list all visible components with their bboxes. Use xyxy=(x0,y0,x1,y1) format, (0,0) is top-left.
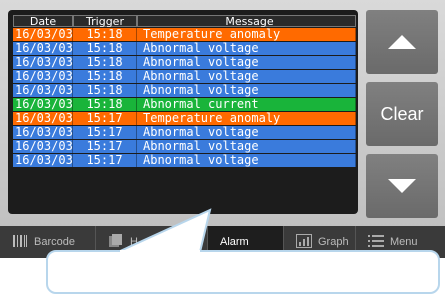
table-row[interactable]: 16/03/03 15:18 Abnormal voltage xyxy=(13,56,356,69)
callout-bubble xyxy=(46,250,440,294)
hmi-device: Date Trigger Message 16/03/03 15:18 Temper… xyxy=(0,0,445,258)
scroll-down-button[interactable] xyxy=(366,154,438,218)
cell-trigger: 15:17 xyxy=(73,112,137,125)
cell-message: Abnormal voltage xyxy=(137,126,356,139)
cell-date: 16/03/03 xyxy=(15,112,73,125)
table-row[interactable]: 16/03/03 15:18 Temperature anomaly xyxy=(13,28,356,41)
cell-trigger: 15:18 xyxy=(73,28,137,41)
cell-message: Temperature anomaly xyxy=(137,28,356,41)
cell-message: Abnormal voltage xyxy=(137,154,356,167)
triangle-up-icon xyxy=(388,35,416,49)
cell-trigger: 15:18 xyxy=(73,84,137,97)
cell-message: Abnormal voltage xyxy=(137,140,356,153)
cell-trigger: 15:18 xyxy=(73,70,137,83)
menu-icon xyxy=(368,234,384,251)
cell-trigger: 15:18 xyxy=(73,56,137,69)
table-row[interactable]: 16/03/03 15:17 Abnormal voltage xyxy=(13,140,356,153)
tab-graph-label: Graph xyxy=(318,236,349,248)
clear-button[interactable]: Clear xyxy=(366,82,438,146)
table-row[interactable]: 16/03/03 15:17 Abnormal voltage xyxy=(13,154,356,167)
tab-menu-label: Menu xyxy=(390,236,418,248)
table-row[interactable]: 16/03/03 15:18 Abnormal voltage xyxy=(13,42,356,55)
clear-label: Clear xyxy=(380,103,424,124)
cell-date: 16/03/03 xyxy=(15,28,73,41)
cell-trigger: 15:18 xyxy=(73,42,137,55)
table-row[interactable]: 16/03/03 15:18 Abnormal voltage xyxy=(13,70,356,83)
cell-message: Temperature anomaly xyxy=(137,112,356,125)
graph-icon xyxy=(296,233,312,251)
header-date: Date xyxy=(13,15,73,28)
table-row[interactable]: 16/03/03 15:17 Temperature anomaly xyxy=(13,112,356,125)
table-row[interactable]: 16/03/03 15:17 Abnormal voltage xyxy=(13,126,356,139)
cell-trigger: 15:17 xyxy=(73,154,137,167)
table-row[interactable]: 16/03/03 15:18 Abnormal current xyxy=(13,98,356,111)
cell-message: Abnormal current xyxy=(137,98,356,111)
table-row[interactable]: 16/03/03 15:18 Abnormal voltage xyxy=(13,84,356,97)
header-message: Message xyxy=(137,15,356,28)
cell-date: 16/03/03 xyxy=(15,70,73,83)
cell-message: Abnormal voltage xyxy=(137,70,356,83)
cell-message: Abnormal voltage xyxy=(137,56,356,69)
cell-date: 16/03/03 xyxy=(15,56,73,69)
cell-trigger: 15:17 xyxy=(73,126,137,139)
cell-trigger: 15:17 xyxy=(73,140,137,153)
cell-date: 16/03/03 xyxy=(15,154,73,167)
cell-date: 16/03/03 xyxy=(15,140,73,153)
alarm-rows: 16/03/03 15:18 Temperature anomaly 16/03/03… xyxy=(13,28,356,168)
cell-message: Abnormal voltage xyxy=(137,42,356,55)
header-trigger: Trigger xyxy=(73,15,137,28)
scroll-up-button[interactable] xyxy=(366,10,438,74)
tab-barcode-label: Barcode xyxy=(34,236,75,248)
cell-message: Abnormal voltage xyxy=(137,84,356,97)
cell-date: 16/03/03 xyxy=(15,42,73,55)
tab-alarm-label: Alarm xyxy=(220,236,249,248)
table-header: Date Trigger Message xyxy=(13,15,356,28)
cell-trigger: 15:18 xyxy=(73,98,137,111)
triangle-down-icon xyxy=(388,179,416,193)
barcode-icon xyxy=(12,234,28,251)
cell-date: 16/03/03 xyxy=(15,98,73,111)
cell-date: 16/03/03 xyxy=(15,84,73,97)
tab-history-label: H xyxy=(130,236,138,248)
cell-date: 16/03/03 xyxy=(15,126,73,139)
history-icon xyxy=(108,233,124,251)
